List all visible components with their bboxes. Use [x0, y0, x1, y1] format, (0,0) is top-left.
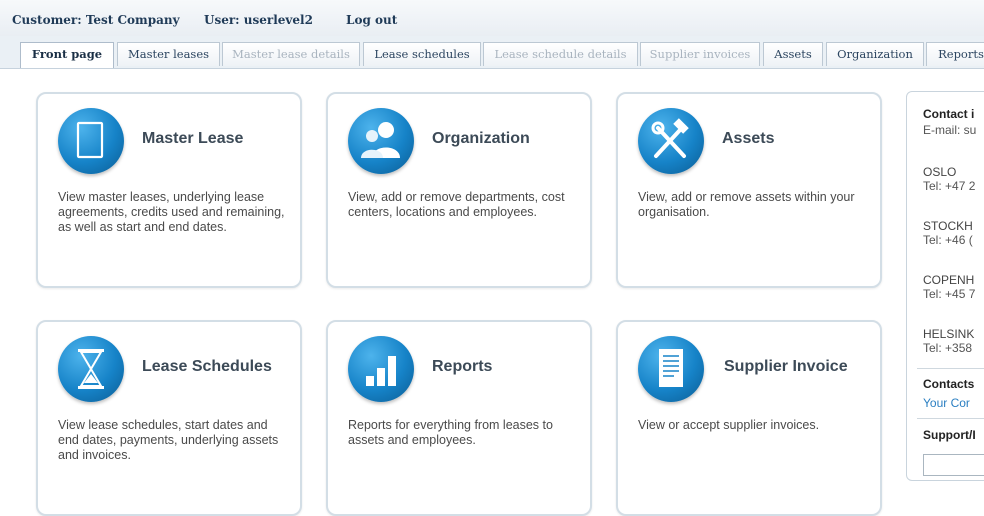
contact-heading: Contact i	[923, 107, 975, 121]
card-title: Reports	[432, 358, 493, 375]
office-tel-stockholm: Tel: +46 (	[923, 233, 973, 247]
logout-link[interactable]: Log out	[346, 13, 397, 27]
customer-label: Customer: Test Company	[12, 13, 180, 27]
tab-master-leases[interactable]: Master leases	[117, 42, 220, 66]
tab-front-page[interactable]: Front page	[20, 42, 114, 68]
office-city-helsinki: HELSINK	[923, 327, 975, 341]
hourglass-icon	[58, 336, 124, 402]
contact-panel: Contact i E-mail: su OSLO Tel: +47 2 STO…	[906, 91, 984, 481]
card-title: Supplier Invoice	[724, 358, 848, 375]
divider	[917, 418, 984, 419]
tools-icon	[638, 108, 704, 174]
card-title: Lease Schedules	[142, 358, 272, 375]
card-supplier-invoice[interactable]: Supplier Invoice View or accept supplier…	[616, 320, 882, 516]
office-tel-oslo: Tel: +47 2	[923, 179, 976, 193]
tab-assets[interactable]: Assets	[763, 42, 823, 66]
contact-email: E-mail: su	[923, 123, 977, 137]
card-title: Organization	[432, 130, 530, 147]
office-city-oslo: OSLO	[923, 165, 957, 179]
support-input[interactable]	[923, 454, 984, 476]
card-master-lease[interactable]: Master Lease View master leases, underly…	[36, 92, 302, 288]
document-icon	[58, 108, 124, 174]
contacts-heading: Contacts	[923, 377, 975, 391]
support-heading: Support/I	[923, 428, 976, 442]
card-description: Reports for everything from leases to as…	[348, 418, 553, 447]
divider	[917, 368, 984, 369]
card-lease-schedules[interactable]: Lease Schedules View lease schedules, st…	[36, 320, 302, 516]
people-icon	[348, 108, 414, 174]
office-tel-helsinki: Tel: +358	[923, 341, 973, 355]
card-title: Assets	[722, 130, 775, 147]
contacts-link[interactable]: Your Cor	[923, 396, 970, 410]
tab-lease-schedule-details: Lease schedule details	[483, 42, 638, 66]
office-city-stockholm: STOCKH	[923, 219, 973, 233]
card-title: Master Lease	[142, 130, 244, 147]
user-label: User: userlevel2	[204, 13, 313, 27]
card-description: View lease schedules, start dates and en…	[58, 418, 279, 462]
office-city-copenhagen: COPENH	[923, 273, 975, 287]
card-reports[interactable]: Reports Reports for everything from leas…	[326, 320, 592, 516]
tab-organization[interactable]: Organization	[826, 42, 924, 66]
card-organization[interactable]: Organization View, add or remove departm…	[326, 92, 592, 288]
tab-lease-schedules[interactable]: Lease schedules	[363, 42, 481, 66]
card-description: View master leases, underlying lease agr…	[58, 190, 285, 234]
card-description: View or accept supplier invoices.	[638, 418, 820, 432]
tab-master-lease-details: Master lease details	[222, 42, 360, 66]
card-assets[interactable]: Assets View, add or remove assets within…	[616, 92, 882, 288]
card-description: View, add or remove assets within your o…	[638, 190, 855, 219]
invoice-icon	[638, 336, 704, 402]
office-tel-copenhagen: Tel: +45 7	[923, 287, 976, 301]
tab-reports[interactable]: Reports	[926, 42, 984, 66]
tab-supplier-invoices: Supplier invoices	[640, 42, 760, 66]
bar-chart-icon	[348, 336, 414, 402]
card-description: View, add or remove departments, cost ce…	[348, 190, 565, 219]
top-bar: Customer: Test Company User: userlevel2 …	[0, 0, 984, 36]
